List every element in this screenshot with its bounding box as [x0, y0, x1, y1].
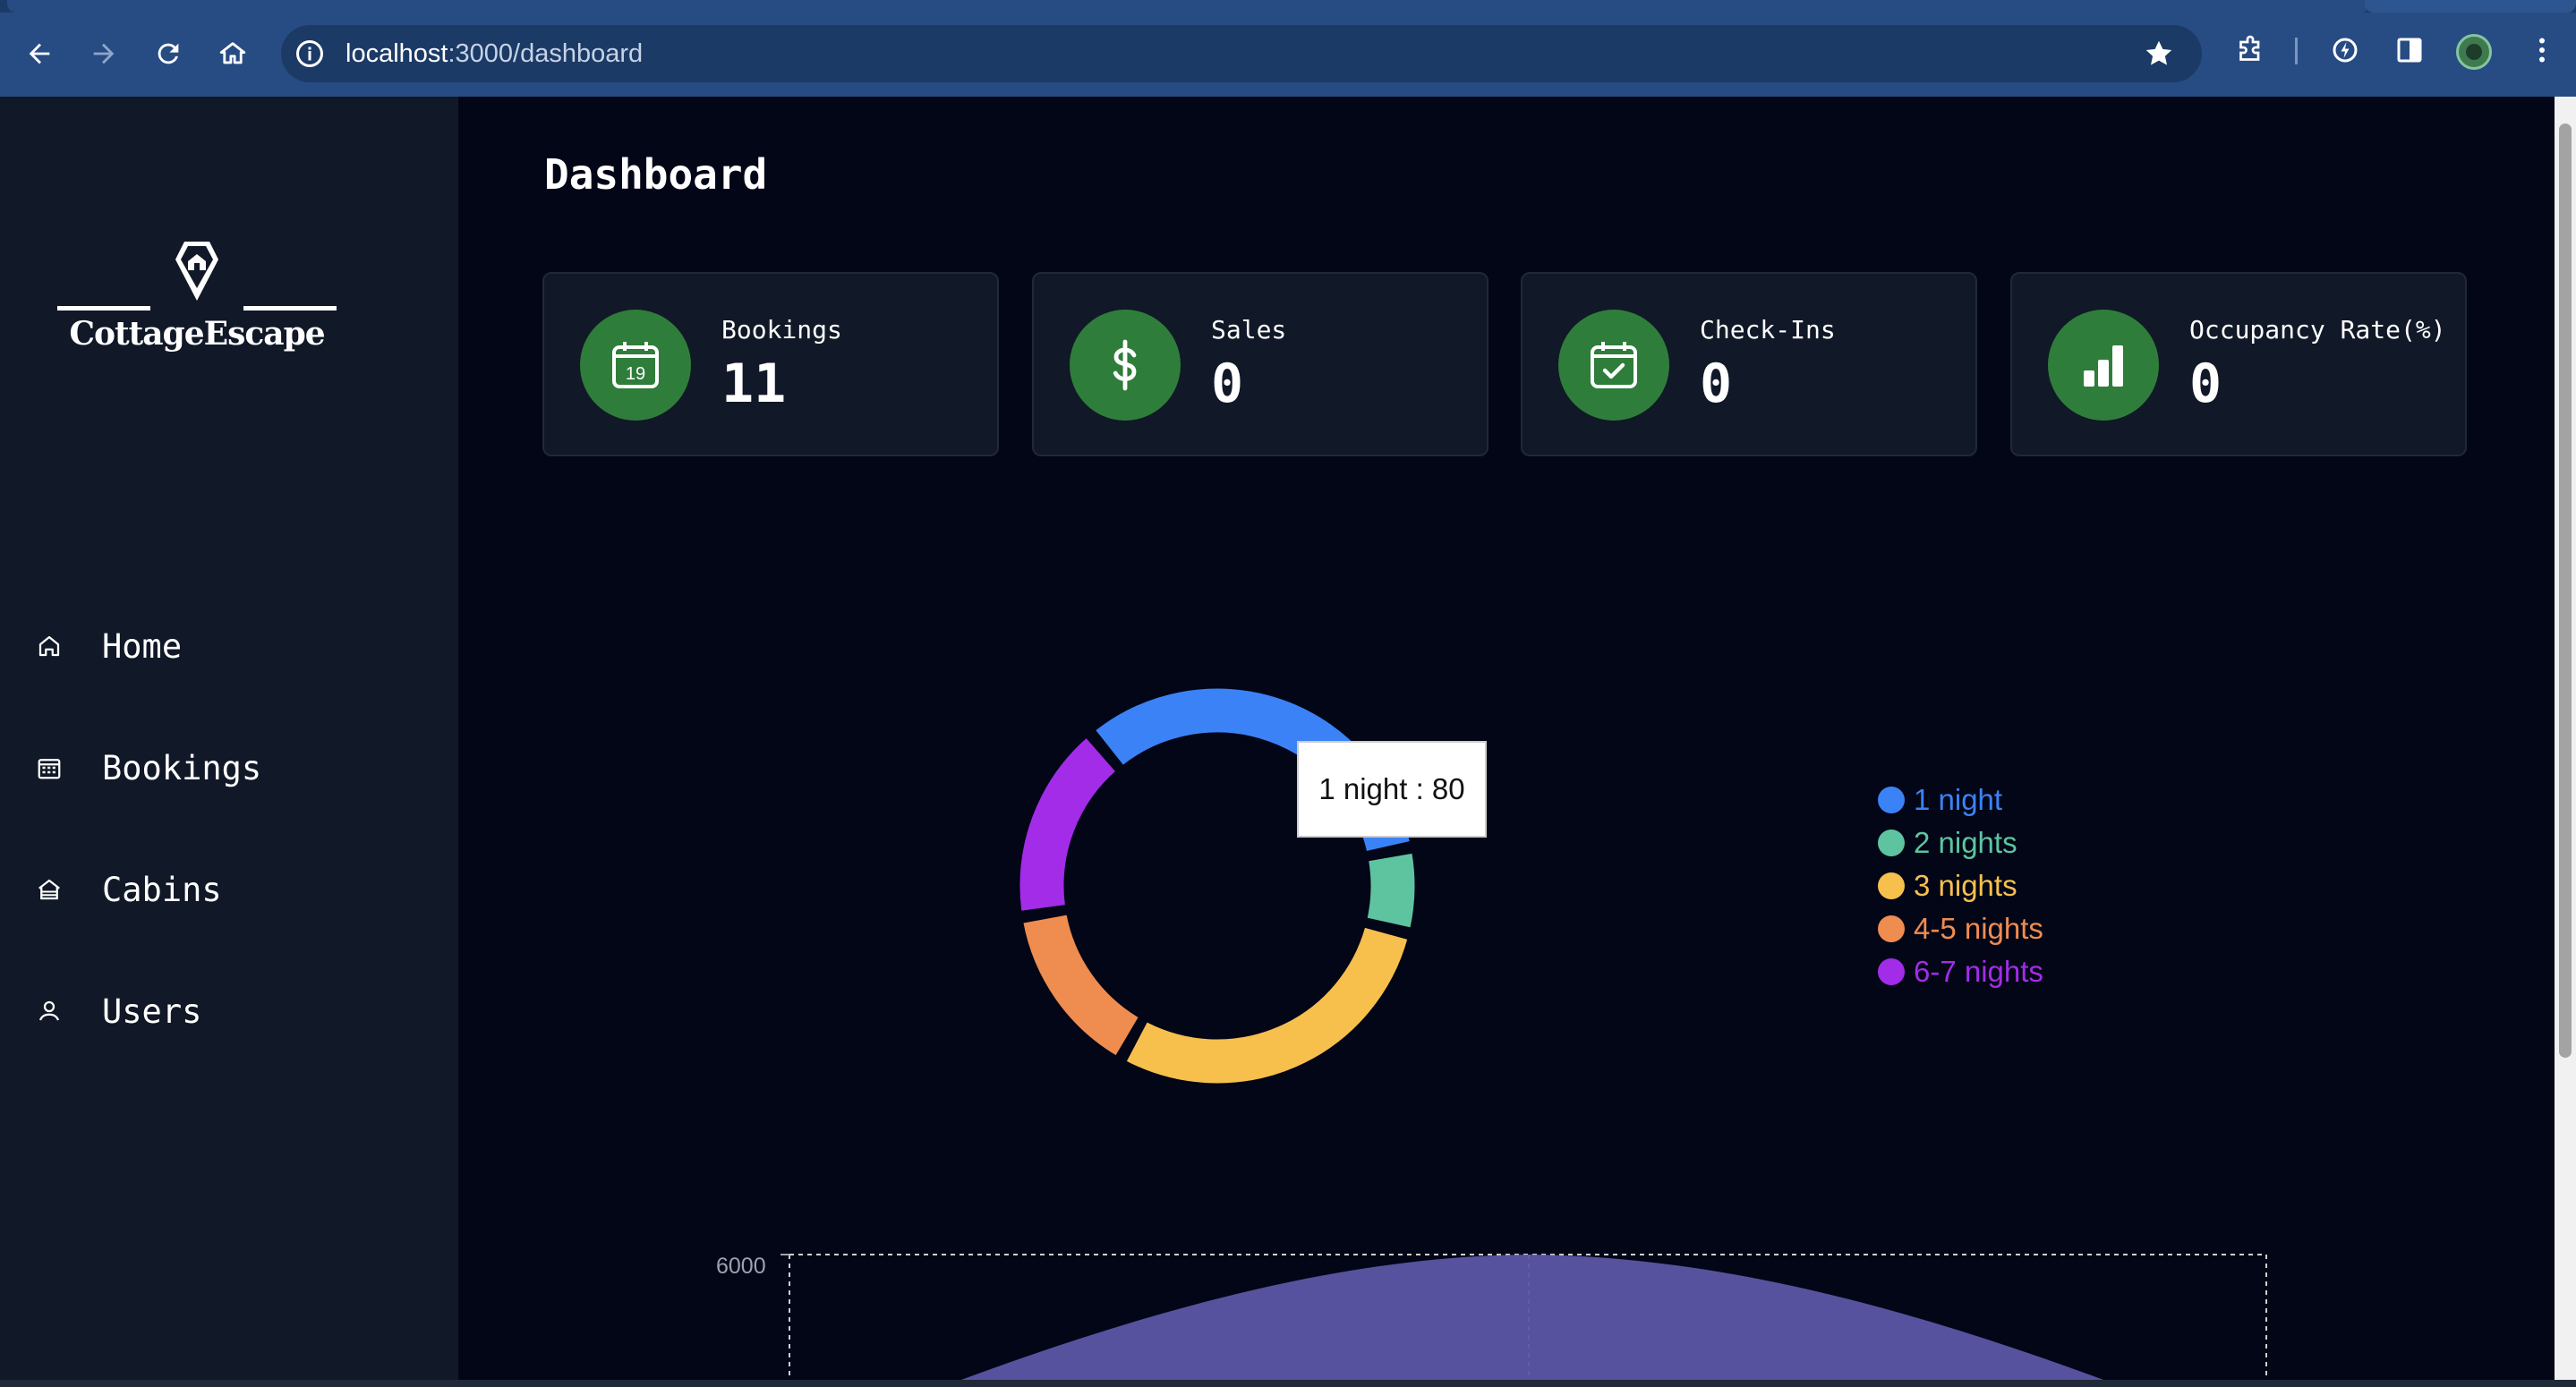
- cottage-pin-icon: [175, 242, 218, 301]
- home-icon: [219, 42, 246, 64]
- logo-rule-right: [243, 306, 337, 311]
- sidebar-item-cabins[interactable]: Cabins: [0, 829, 458, 950]
- scrollbar-thumb[interactable]: [2559, 123, 2572, 1058]
- sidebar-item-label: Cabins: [102, 870, 222, 909]
- sidebar-item-label: Bookings: [102, 748, 262, 787]
- legend-label: 3 nights: [1914, 869, 2017, 902]
- bookmark-star-icon[interactable]: [2143, 38, 2175, 70]
- donut-slice-4-5-nights[interactable]: [1019, 912, 1142, 1059]
- performance-button[interactable]: [2325, 30, 2365, 70]
- legend-item[interactable]: 3 nights: [1878, 864, 2043, 907]
- url-path: :3000/dashboard: [448, 39, 644, 68]
- legend-label: 4-5 nights: [1914, 912, 2043, 945]
- sidebar: CottageEscape Home Bookings Cabins Users: [0, 97, 458, 1387]
- side-panel-icon: [2397, 38, 2422, 63]
- url-host: localhost: [345, 39, 448, 68]
- sidebar-item-users[interactable]: Users: [0, 950, 458, 1072]
- address-bar[interactable]: localhost:3000/dashboard: [281, 25, 2202, 82]
- legend-item[interactable]: 4-5 nights: [1878, 907, 2043, 950]
- legend-swatch: [1878, 915, 1905, 942]
- calendar-icon: [34, 753, 64, 783]
- kebab-menu-icon: [2539, 38, 2545, 63]
- app-root: CottageEscape Home Bookings Cabins Users…: [0, 97, 2576, 1387]
- home-icon: [34, 631, 64, 661]
- legend-swatch: [1878, 872, 1905, 899]
- sidebar-item-home[interactable]: Home: [0, 585, 458, 707]
- back-button[interactable]: [16, 30, 63, 77]
- legend-label: 2 nights: [1914, 826, 2017, 859]
- extensions-button[interactable]: [2231, 30, 2270, 70]
- brand-name: CottageEscape: [69, 315, 325, 353]
- chart-tooltip: 1 night : 80: [1297, 741, 1487, 838]
- legend-label: 6-7 nights: [1914, 955, 2043, 988]
- arrow-left-icon: [29, 43, 50, 64]
- side-panel-button[interactable]: [2390, 30, 2429, 70]
- sidebar-nav: Home Bookings Cabins Users: [0, 585, 458, 1072]
- reload-button[interactable]: [145, 30, 192, 77]
- forward-button[interactable]: [81, 30, 127, 77]
- legend-item[interactable]: 6-7 nights: [1878, 950, 2043, 993]
- puzzle-icon: [2239, 35, 2260, 61]
- sidebar-item-bookings[interactable]: Bookings: [0, 707, 458, 829]
- sidebar-item-label: Users: [102, 991, 202, 1031]
- chart-legend: 1 night 2 nights 3 nights 4-5 nights 6-7 nig…: [1878, 779, 2043, 993]
- cabin-icon: [34, 874, 64, 905]
- donut-slice-2-nights[interactable]: [1364, 850, 1418, 931]
- arrow-right-icon: [93, 43, 115, 64]
- legend-label: 1 night: [1914, 783, 2003, 816]
- window-bottom-edge: [0, 1380, 2576, 1387]
- main-content: Dashboard 19 Bookings 11 Sales 0 Check-I…: [458, 97, 2555, 1387]
- sales-area-chart: [780, 1254, 2267, 1387]
- user-icon: [34, 996, 64, 1026]
- info-icon[interactable]: [294, 38, 326, 70]
- legend-swatch: [1878, 958, 1905, 985]
- inactive-tab[interactable]: [2365, 0, 2576, 13]
- legend-item[interactable]: 2 nights: [1878, 821, 2043, 864]
- area-series: [942, 1255, 2123, 1387]
- reload-icon: [158, 43, 179, 64]
- url-text[interactable]: localhost:3000/dashboard: [345, 25, 643, 82]
- sidebar-item-label: Home: [102, 626, 183, 666]
- browser-toolbar: localhost:3000/dashboard: [0, 0, 2576, 97]
- menu-button[interactable]: [2522, 30, 2562, 70]
- donut-slice-6-7-nights[interactable]: [1017, 734, 1120, 915]
- active-tab[interactable]: [7, 0, 2370, 13]
- legend-item[interactable]: 1 night: [1878, 779, 2043, 821]
- logo-rule-left: [57, 306, 150, 311]
- home-button[interactable]: [209, 30, 256, 77]
- y-tick-label: 6000: [716, 1254, 766, 1279]
- profile-avatar[interactable]: [2456, 34, 2492, 70]
- speed-icon: [2333, 38, 2358, 63]
- toolbar-separator: [2295, 38, 2298, 64]
- donut-slice-3-nights[interactable]: [1122, 924, 1411, 1086]
- stay-duration-donut-chart: [1017, 685, 1418, 1086]
- legend-swatch: [1878, 830, 1905, 856]
- page-scrollbar[interactable]: [2555, 97, 2576, 1387]
- legend-swatch: [1878, 787, 1905, 813]
- brand-logo[interactable]: CottageEscape: [54, 233, 340, 367]
